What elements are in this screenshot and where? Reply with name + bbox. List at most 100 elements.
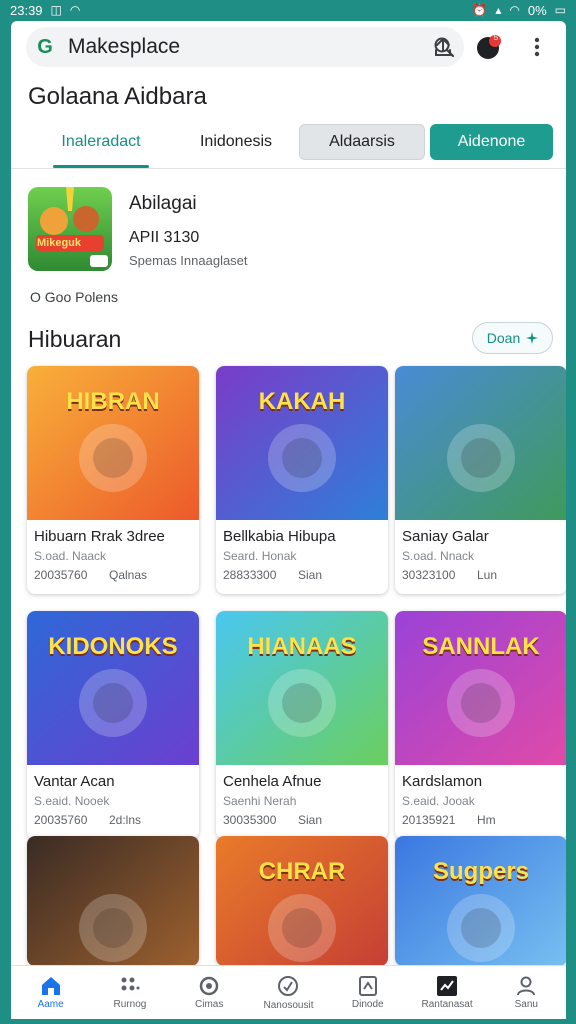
- app-card-number: 28833300: [223, 568, 277, 582]
- app-card-number: 20035760: [34, 813, 88, 827]
- grid-icon: [121, 977, 140, 990]
- status-time: 23:39: [10, 2, 43, 18]
- app-card-art: Sugpers: [395, 836, 566, 966]
- nav-item-nanosousit[interactable]: Nanosousit: [249, 966, 328, 1019]
- nav-item-rantanasat[interactable]: Rantanasat: [407, 966, 486, 1019]
- tab-aldaarsis[interactable]: Aldaarsis: [299, 124, 425, 160]
- app-card[interactable]: HIANAAS Cenhela Afnue Saenhi Nerah 30035300…: [216, 611, 388, 839]
- app-card-title: Cenhela Afnue: [223, 773, 322, 790]
- status-bar: 23:39 ◫ ◠ ⏰ ▴ ◠ 0% ▭: [0, 0, 576, 20]
- wifi-icon: ◠: [509, 3, 520, 17]
- app-card-art: HIBRAN: [27, 366, 199, 520]
- nav-label: Cimas: [195, 998, 224, 1010]
- app-window: G Makesplace 5 Golaana Aidbara Inalerada…: [11, 21, 566, 1019]
- battery-percent: 0%: [527, 2, 547, 18]
- app-card-title: Kardslamon: [402, 773, 483, 790]
- section-title: Hibuaran: [28, 326, 122, 352]
- bottom-nav: Aame Rurnog Cimas Nanosousit Dinode Rant…: [11, 965, 566, 1019]
- app-card-title: Hibuarn Rrak 3dree: [34, 528, 165, 545]
- app-card-art-text: KIDONOKS: [48, 633, 178, 660]
- app-card-developer: S.eaid. Jooak: [402, 794, 475, 808]
- battery-icon: ▭: [554, 3, 566, 17]
- app-card[interactable]: HIBRAN Hibuarn Rrak 3dree S.oad. Naack 2003…: [27, 366, 199, 594]
- tab-inaleradact[interactable]: Inaleradact: [31, 124, 171, 168]
- app-card-art: [395, 366, 566, 520]
- games-icon: [199, 976, 219, 995]
- nav-item-rurnog[interactable]: Rurnog: [90, 966, 169, 1019]
- app-card-art-text: Sugpers: [432, 858, 530, 885]
- app-card-count: Lun: [477, 568, 498, 582]
- share-icon[interactable]: [429, 33, 457, 61]
- doc-icon: [358, 975, 377, 996]
- featured-app-name: Abilagai: [129, 193, 197, 214]
- app-card[interactable]: KAKAH Bellkabia Hibupa Seard. Honak 2883330…: [216, 366, 388, 594]
- app-card-number: 30035300: [223, 813, 277, 827]
- nav-item-aame[interactable]: Aame: [11, 966, 90, 1019]
- nav-label: Aame: [37, 998, 64, 1010]
- app-card[interactable]: CHRAR: [216, 836, 388, 966]
- app-card-art: SANNLAK: [395, 611, 566, 765]
- app-card-art-text: HIBRAN: [66, 388, 160, 415]
- app-card-number: 20135921: [402, 813, 456, 827]
- app-card[interactable]: Sugpers: [395, 836, 566, 966]
- app-card-developer: S.oad. Nnack: [402, 549, 475, 563]
- app-card-developer: Saenhi Nerah: [223, 794, 297, 808]
- app-card-art-text: SANNLAK: [422, 633, 540, 660]
- nav-label: Dinode: [351, 998, 384, 1010]
- app-card-count: 2d:lns: [109, 813, 142, 827]
- app-card-count: Hm: [477, 813, 496, 827]
- app-card-art: HIANAAS: [216, 611, 388, 765]
- app-card-art: CHRAR: [216, 836, 388, 966]
- app-card-count: Qalnas: [109, 568, 148, 582]
- app-card-title: Bellkabia Hibupa: [223, 528, 336, 545]
- section-more-button[interactable]: Doan: [472, 322, 553, 354]
- nav-item-dinode[interactable]: Dinode: [328, 966, 407, 1019]
- nav-label: Rurnog: [113, 998, 147, 1010]
- nav-item-cimas[interactable]: Cimas: [170, 966, 249, 1019]
- app-card[interactable]: Saniay Galar S.oad. Nnack 30323100 Lun: [395, 366, 566, 594]
- nav-label: Nanosousit: [263, 999, 314, 1011]
- app-card-developer: S.eaid. Nooek: [34, 794, 110, 808]
- profile-icon: [517, 976, 536, 995]
- search-bar[interactable]: G Makesplace: [26, 27, 464, 67]
- page-title: Golaana Aidbara: [28, 83, 207, 110]
- featured-app-subtitle: Spemas Innaaglaset: [129, 253, 248, 268]
- shield-icon: [278, 975, 299, 996]
- app-card-title: Vantar Acan: [34, 773, 115, 790]
- app-card-title: Saniay Galar: [402, 528, 489, 545]
- app-card-art-text: KAKAH: [258, 388, 346, 415]
- more-options-icon[interactable]: [523, 33, 551, 61]
- nav-item-sanu[interactable]: Sanu: [487, 966, 566, 1019]
- nav-label: Rantanasat: [421, 998, 473, 1010]
- tab-inidonesis[interactable]: Inidonesis: [176, 124, 296, 160]
- g-logo-icon: G: [37, 35, 53, 58]
- wifi-status-icon: ◠: [69, 3, 81, 17]
- nav-label: Sanu: [514, 998, 538, 1010]
- store-title: Makesplace: [68, 35, 181, 58]
- app-card-developer: S.oad. Naack: [34, 549, 107, 563]
- notification-avatar[interactable]: 5: [475, 33, 503, 61]
- app-card-art: KIDONOKS: [27, 611, 199, 765]
- featured-app-icon: Mikeguk: [28, 187, 112, 271]
- app-card-number: 30323100: [402, 568, 456, 582]
- featured-app-version: APII 3130: [129, 229, 200, 246]
- app-card[interactable]: [27, 836, 199, 966]
- featured-icon-text: Mikeguk: [37, 237, 82, 249]
- alarm-icon: ⏰: [472, 3, 488, 17]
- tab-aidenone[interactable]: Aidenone: [430, 124, 553, 160]
- chart-icon: [437, 975, 458, 996]
- signal-icon: ▴: [495, 3, 502, 17]
- plus-icon: [526, 332, 539, 344]
- app-card[interactable]: KIDONOKS Vantar Acan S.eaid. Nooek 20035760…: [27, 611, 199, 839]
- featured-app[interactable]: Mikeguk Abilagai APII 3130 Spemas Innaag…: [28, 187, 548, 277]
- section-more-label: Doan: [486, 330, 521, 346]
- sim-icon: ◫: [50, 3, 62, 17]
- app-card-art-text: HIANAAS: [247, 633, 357, 660]
- tab-bar: Inaleradact Inidonesis Aldaarsis Aidenon…: [11, 121, 566, 169]
- home-icon: [41, 976, 60, 995]
- app-card[interactable]: SANNLAK Kardslamon S.eaid. Jooak 20135921 Hm: [395, 611, 566, 839]
- app-card-count: Sian: [298, 813, 323, 827]
- app-card-art: KAKAH: [216, 366, 388, 520]
- app-card-art-text: CHRAR: [258, 858, 346, 885]
- app-card-count: Sian: [298, 568, 323, 582]
